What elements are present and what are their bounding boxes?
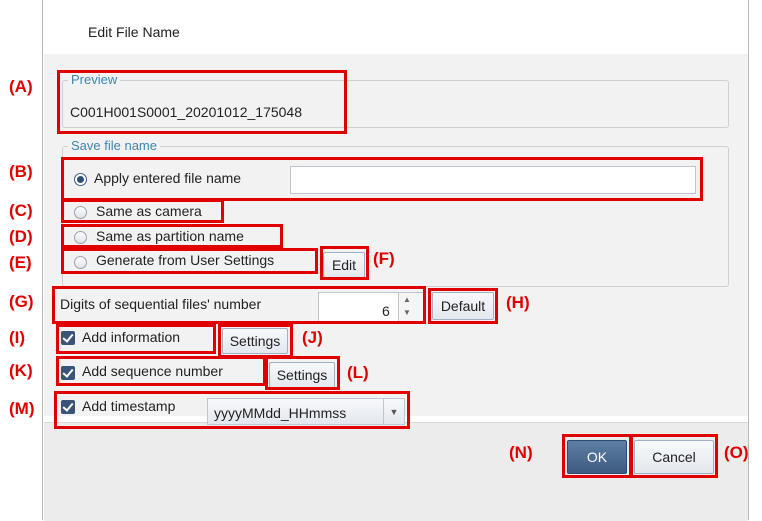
annotation-d: (D) <box>9 227 33 246</box>
highlight-same-partition <box>61 224 283 248</box>
highlight-apply-entered <box>61 157 703 201</box>
annotation-a: (A) <box>9 77 33 96</box>
highlight-sequence-settings <box>265 356 340 390</box>
annotation-k: (K) <box>9 361 33 380</box>
highlight-edit <box>320 246 369 280</box>
annotation-m: (M) <box>9 399 35 418</box>
highlight-default <box>428 288 498 324</box>
highlight-add-timestamp <box>54 391 410 429</box>
annotation-f: (F) <box>373 249 395 268</box>
highlight-ok <box>562 434 632 478</box>
highlight-info-settings <box>218 324 293 358</box>
highlight-preview <box>57 70 347 134</box>
highlight-same-camera <box>61 199 224 223</box>
highlight-generate-settings <box>61 248 318 274</box>
annotation-j: (J) <box>302 328 323 347</box>
save-file-name-legend: Save file name <box>68 138 160 153</box>
dialog-title: Edit File Name <box>88 24 180 40</box>
annotation-g: (G) <box>9 292 34 311</box>
annotation-b: (B) <box>9 162 33 181</box>
annotation-l: (L) <box>347 363 369 382</box>
highlight-add-information <box>56 324 216 354</box>
highlight-digits <box>52 286 426 324</box>
annotation-n: (N) <box>509 443 533 462</box>
annotation-c: (C) <box>9 201 33 220</box>
highlight-cancel <box>630 434 718 478</box>
annotation-h: (H) <box>506 293 530 312</box>
annotation-o: (O) <box>724 443 749 462</box>
highlight-add-sequence <box>56 356 266 386</box>
annotation-i: (I) <box>9 328 26 347</box>
annotation-e: (E) <box>9 253 32 272</box>
